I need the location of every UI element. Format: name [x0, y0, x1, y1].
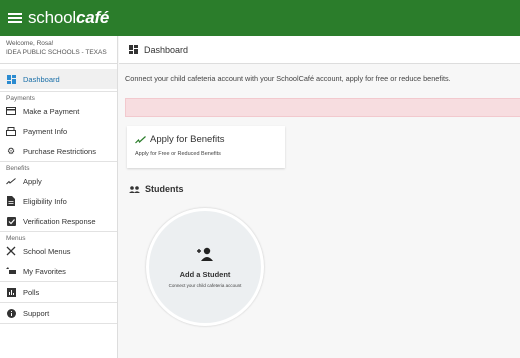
app-logo[interactable]: schoolcafé [28, 8, 109, 28]
section-label-benefits: Benefits [0, 161, 117, 172]
sidebar-item-verification-response[interactable]: Verification Response [0, 211, 117, 231]
sidebar-item-label: Payment Info [23, 126, 68, 136]
sidebar-item-dashboard[interactable]: Dashboard [0, 69, 117, 89]
sidebar: Welcome, Rosa! IDEA PUBLIC SCHOOLS - TEX… [0, 36, 118, 358]
sidebar-item-label: Verification Response [23, 216, 96, 226]
sidebar-item-my-favorites[interactable]: My Favorites [0, 261, 117, 281]
checkbox-checked-icon [6, 216, 16, 226]
main-content: Dashboard Connect your child cafeteria a… [119, 36, 520, 358]
sidebar-item-polls[interactable]: Polls [0, 282, 117, 302]
sidebar-item-eligibility-info[interactable]: Eligibility Info [0, 191, 117, 211]
page-title: Dashboard [144, 44, 189, 55]
district-name: IDEA PUBLIC SCHOOLS - TEXAS [6, 49, 107, 56]
add-student-subtitle: Connect your child cafeteria account [168, 282, 242, 288]
alert-banner [125, 98, 520, 117]
add-student-button[interactable]: Add a Student Connect your child cafeter… [146, 208, 264, 326]
apply-benefits-card[interactable]: Apply for Benefits Apply for Free or Red… [127, 126, 285, 168]
page-header: Dashboard [119, 36, 520, 64]
welcome-text: Welcome, Rosa! [6, 40, 54, 47]
sidebar-item-apply[interactable]: Apply [0, 171, 117, 191]
receipt-icon [6, 126, 16, 136]
signature-check-icon [6, 176, 16, 186]
sidebar-item-label: Make a Payment [23, 106, 80, 116]
section-label-menus: Menus [0, 231, 117, 242]
signature-check-icon [135, 135, 146, 144]
sidebar-item-label: Purchase Restrictions [23, 146, 96, 156]
people-icon [129, 185, 140, 193]
add-student-title: Add a Student [179, 269, 231, 279]
sidebar-item-support[interactable]: Support [0, 303, 117, 323]
sidebar-item-school-menus[interactable]: School Menus [0, 241, 117, 261]
card-title: Apply for Benefits [150, 134, 225, 145]
add-person-icon [196, 247, 214, 266]
sidebar-item-label: Eligibility Info [23, 196, 67, 206]
credit-card-icon [6, 106, 16, 116]
card-subtitle: Apply for Free or Reduced Benefits [135, 151, 221, 157]
intro-text: Connect your child cafeteria account wit… [125, 74, 451, 83]
sidebar-item-make-payment[interactable]: Make a Payment [0, 101, 117, 121]
gear-icon: ⚙ [6, 145, 16, 156]
document-icon [6, 196, 16, 206]
utensils-icon [6, 246, 16, 256]
sidebar-item-label: My Favorites [23, 266, 66, 276]
students-heading: Students [129, 184, 184, 194]
hamburger-menu-icon[interactable] [8, 13, 22, 23]
sidebar-item-label: Dashboard [23, 74, 60, 84]
sidebar-item-purchase-restrictions[interactable]: ⚙ Purchase Restrictions [0, 141, 117, 161]
welcome-block: Welcome, Rosa! IDEA PUBLIC SCHOOLS - TEX… [0, 36, 117, 64]
section-label-payments: Payments [0, 91, 117, 102]
top-bar: schoolcafé [0, 0, 520, 36]
sidebar-item-payment-info[interactable]: Payment Info [0, 121, 117, 141]
sidebar-item-label: Apply [23, 176, 42, 186]
sidebar-item-label: Support [23, 308, 50, 318]
sidebar-item-label: Polls [23, 287, 40, 297]
dashboard-icon [129, 45, 138, 54]
sidebar-item-label: School Menus [23, 246, 71, 256]
favorites-icon [6, 266, 16, 276]
info-icon [6, 308, 16, 318]
dashboard-icon [6, 74, 16, 84]
poll-icon [6, 287, 16, 297]
